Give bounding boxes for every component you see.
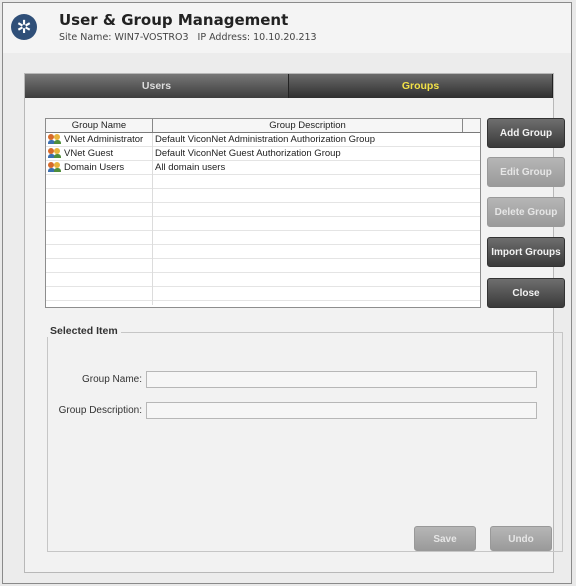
- group-name-cell: VNet Administrator: [46, 133, 153, 147]
- group-icon: [48, 134, 63, 145]
- site-info: Site Name: WIN7-VOSTRO3 IP Address: 10.1…: [59, 32, 323, 43]
- column-header-spacer: [463, 119, 478, 132]
- main-panel: Users Groups Group Name Group Descriptio…: [24, 73, 565, 573]
- table-row[interactable]: VNet Administrator Default ViconNet Admi…: [46, 133, 480, 147]
- close-button[interactable]: Close: [487, 278, 565, 308]
- table-header: Group Name Group Description: [46, 119, 480, 133]
- group-name-text: VNet Guest: [64, 148, 114, 159]
- table-row[interactable]: VNet Guest Default ViconNet Guest Author…: [46, 147, 480, 161]
- group-name-cell: Domain Users: [46, 161, 153, 175]
- ip-address-text: IP Address: 10.10.20.213: [197, 32, 317, 43]
- group-description-cell: Default ViconNet Administration Authoriz…: [155, 134, 376, 145]
- add-group-button[interactable]: Add Group: [487, 118, 565, 148]
- group-name-text: Domain Users: [64, 162, 125, 173]
- group-name-text: VNet Administrator: [64, 134, 144, 145]
- app-window: ✲ User & Group Management Site Name: WIN…: [2, 2, 572, 584]
- import-groups-button[interactable]: Import Groups: [487, 237, 565, 267]
- gear-icon: ✲: [11, 14, 37, 40]
- tab-bar: Users Groups: [25, 74, 553, 98]
- group-name-label: Group Name:: [81, 374, 142, 385]
- save-button[interactable]: Save: [414, 526, 476, 551]
- group-description-cell: Default ViconNet Guest Authorization Gro…: [155, 148, 341, 159]
- group-description-label: Group Description:: [58, 405, 142, 416]
- group-icon: [48, 162, 63, 173]
- undo-button[interactable]: Undo: [490, 526, 552, 551]
- group-name-cell: VNet Guest: [46, 147, 153, 161]
- selected-item-legend: Selected Item: [47, 325, 121, 337]
- header: ✲ User & Group Management Site Name: WIN…: [3, 3, 571, 53]
- delete-group-button[interactable]: Delete Group: [487, 197, 565, 227]
- edit-group-button[interactable]: Edit Group: [487, 157, 565, 187]
- tab-groups[interactable]: Groups: [289, 74, 553, 98]
- group-icon: [48, 148, 63, 159]
- groups-table[interactable]: Group Name Group Description VNet Admini…: [45, 118, 481, 308]
- tab-users[interactable]: Users: [25, 74, 289, 98]
- column-header-group-name[interactable]: Group Name: [46, 119, 153, 132]
- selected-item-group: [47, 332, 563, 552]
- group-name-field[interactable]: [146, 371, 537, 388]
- column-header-group-description[interactable]: Group Description: [153, 119, 463, 132]
- group-description-cell: All domain users: [155, 162, 226, 173]
- table-row[interactable]: Domain Users All domain users: [46, 161, 480, 175]
- site-name-text: Site Name: WIN7-VOSTRO3: [59, 32, 189, 43]
- group-description-field[interactable]: [146, 402, 537, 419]
- page-title: User & Group Management: [59, 11, 289, 29]
- table-body: VNet Administrator Default ViconNet Admi…: [46, 133, 480, 305]
